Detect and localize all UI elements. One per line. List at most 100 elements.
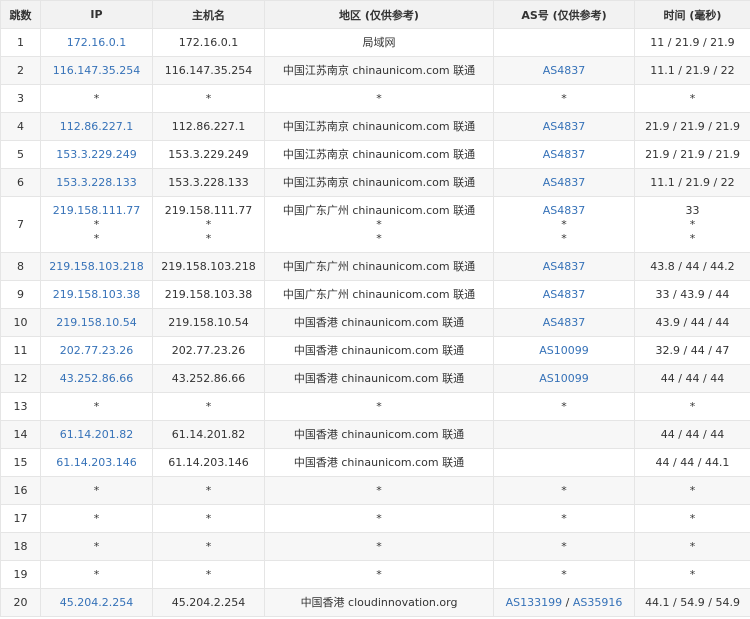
ip-cell: 43.252.86.66	[40, 364, 153, 393]
as-link[interactable]: AS133199	[506, 596, 563, 609]
hop-cell: 6	[0, 168, 41, 197]
hop-cell: 18	[0, 532, 41, 561]
hostname-cell: 116.147.35.254	[152, 56, 265, 85]
table-row: 13 * * * * *	[0, 392, 750, 421]
ip-link[interactable]: 153.3.228.133	[42, 176, 152, 190]
region-text: 中国广东广州 chinaunicom.com 联通	[282, 259, 476, 273]
hostname-cell: 153.3.229.249	[152, 140, 265, 169]
as-link[interactable]: AS4837	[543, 148, 586, 161]
region-text: *	[376, 567, 382, 581]
ip-link[interactable]: 219.158.111.77	[42, 204, 152, 218]
as-link[interactable]: AS4837	[543, 288, 586, 301]
ip-link[interactable]: 219.158.103.38	[42, 288, 152, 302]
as-link[interactable]: AS4837	[543, 204, 586, 217]
as-link[interactable]: AS10099	[539, 372, 589, 385]
region-text: 中国江苏南京 chinaunicom.com 联通	[282, 175, 476, 189]
hostname-text: 219.158.103.38	[164, 287, 253, 301]
time-cell: 32.9 / 44 / 47	[634, 336, 750, 365]
as-link[interactable]: AS10099	[539, 344, 589, 357]
hostname-cell: 112.86.227.1	[152, 112, 265, 141]
table-row: 8 219.158.103.218 219.158.103.218 中国广东广州 ch…	[0, 252, 750, 281]
time-text: 32.9 / 44 / 47	[655, 343, 730, 357]
as-line: AS4837	[495, 148, 634, 162]
region-cell: 中国香港 chinaunicom.com 联通	[264, 364, 494, 393]
hostname-text: 153.3.229.249	[168, 147, 249, 161]
time-cell: 11.1 / 21.9 / 22	[634, 56, 750, 85]
ip-link[interactable]: 61.14.203.146	[42, 456, 152, 470]
as-text: *	[561, 231, 567, 245]
region-cell: 中国香港 chinaunicom.com 联通	[264, 420, 494, 449]
hostname-text: 43.252.86.66	[171, 371, 246, 385]
table-row: 18 * * * * *	[0, 532, 750, 561]
region-text: 中国香港 chinaunicom.com 联通	[293, 455, 465, 469]
hostname-cell: 61.14.203.146	[152, 448, 265, 477]
hop-cell: 16	[0, 476, 41, 505]
hostname-text: *	[205, 511, 212, 525]
ip-link[interactable]: 112.86.227.1	[42, 120, 152, 134]
time-text: 44 / 44 / 44.1	[655, 455, 730, 469]
time-text: 43.8 / 44 / 44.2	[650, 259, 735, 273]
as-link[interactable]: AS35916	[573, 596, 623, 609]
as-cell: *	[493, 392, 635, 421]
hop-cell: 9	[0, 280, 41, 309]
time-text: 44 / 44 / 44	[660, 371, 725, 385]
ip-link[interactable]: 45.204.2.254	[42, 596, 152, 610]
table-row: 11 202.77.23.26 202.77.23.26 中国香港 chinaunic…	[0, 336, 750, 365]
time-text: 44 / 44 / 44	[660, 427, 725, 441]
region-text: 中国广东广州 chinaunicom.com 联通	[282, 287, 476, 301]
hostname-cell: 219.158.10.54	[152, 308, 265, 337]
hostname-text: 153.3.228.133	[168, 175, 249, 189]
ip-link[interactable]: 153.3.229.249	[42, 148, 152, 162]
as-link[interactable]: AS4837	[543, 176, 586, 189]
table-row: 4 112.86.227.1 112.86.227.1 中国江苏南京 chinauni…	[0, 112, 750, 141]
ip-text: *	[93, 567, 100, 581]
header-hostname: 主机名	[152, 0, 265, 29]
ip-link[interactable]: 172.16.0.1	[42, 36, 152, 50]
region-cell: 中国江苏南京 chinaunicom.com 联通	[264, 56, 494, 85]
hostname-text: 61.14.201.82	[171, 427, 246, 441]
hostname-text: 61.14.203.146	[168, 455, 249, 469]
region-cell: 中国江苏南京 chinaunicom.com 联通	[264, 112, 494, 141]
time-cell: 11.1 / 21.9 / 22	[634, 168, 750, 197]
ip-link[interactable]: 116.147.35.254	[42, 64, 152, 78]
hop-cell: 20	[0, 588, 41, 617]
ip-link[interactable]: 219.158.10.54	[42, 316, 152, 330]
ip-link[interactable]: 43.252.86.66	[42, 372, 152, 386]
region-cell: 中国香港 chinaunicom.com 联通	[264, 336, 494, 365]
as-cell: AS4837	[493, 140, 635, 169]
region-text: 局域网	[362, 35, 396, 49]
ip-cell: 172.16.0.1	[40, 28, 153, 57]
time-text: 33	[685, 203, 700, 217]
table-row: 5 153.3.229.249 153.3.229.249 中国江苏南京 chinau…	[0, 140, 750, 169]
ip-link[interactable]: 202.77.23.26	[42, 344, 152, 358]
as-link[interactable]: AS4837	[543, 64, 586, 77]
ip-cell: *	[40, 504, 153, 533]
as-line: *	[495, 92, 634, 106]
hostname-text: *	[205, 483, 212, 497]
ip-cell: 45.204.2.254	[40, 588, 153, 617]
as-link[interactable]: AS4837	[543, 260, 586, 273]
region-text: *	[376, 217, 382, 231]
hop-cell: 2	[0, 56, 41, 85]
table-body: 1 172.16.0.1 172.16.0.1 局域网 11 / 21.9 / 21.9…	[0, 28, 750, 617]
as-cell	[493, 448, 635, 477]
ip-link[interactable]: 61.14.201.82	[42, 428, 152, 442]
time-cell: 21.9 / 21.9 / 21.9	[634, 112, 750, 141]
time-cell: 11 / 21.9 / 21.9	[634, 28, 750, 57]
traceroute-table: 跳数 IP 主机名 地区 (仅供参考) AS号 (仅供参考) 时间 (毫秒) 1…	[0, 0, 750, 617]
as-link[interactable]: AS4837	[543, 120, 586, 133]
as-cell: AS4837	[493, 280, 635, 309]
ip-cell: 153.3.229.249	[40, 140, 153, 169]
as-cell: AS4837	[493, 168, 635, 197]
hostname-cell: 202.77.23.26	[152, 336, 265, 365]
ip-link[interactable]: 219.158.103.218	[42, 260, 152, 274]
hostname-text: 116.147.35.254	[164, 63, 253, 77]
as-link[interactable]: AS4837	[543, 316, 586, 329]
time-cell: 44.1 / 54.9 / 54.9	[634, 588, 750, 617]
as-line: AS4837	[495, 176, 634, 190]
hop-cell: 14	[0, 420, 41, 449]
as-line: *	[495, 218, 634, 232]
hop-cell: 15	[0, 448, 41, 477]
as-cell	[493, 28, 635, 57]
hostname-text: 219.158.103.218	[161, 259, 256, 273]
